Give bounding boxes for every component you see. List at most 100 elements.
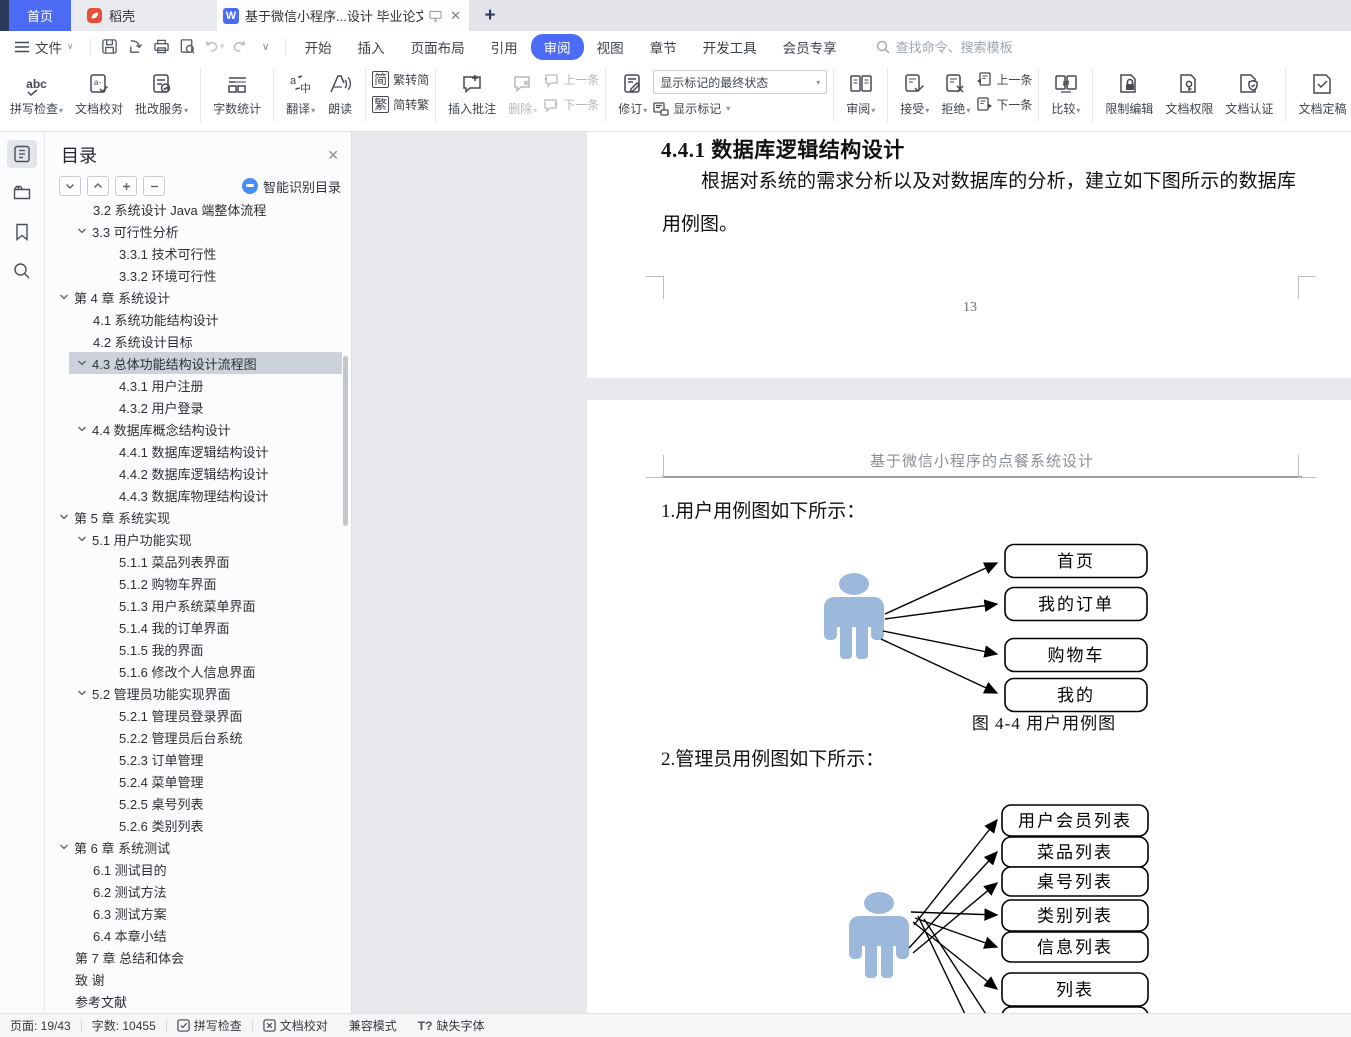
toc-item[interactable]: 4.3.2 用户登录	[45, 396, 351, 418]
search-panel-button[interactable]	[7, 257, 37, 285]
toc-item[interactable]: 5.2.6 类别列表	[45, 814, 351, 836]
expand-all-button[interactable]	[115, 176, 137, 196]
expand-down-button[interactable]	[59, 176, 81, 196]
collapse-all-button[interactable]	[143, 176, 165, 196]
toc-item[interactable]: 5.2.5 桌号列表	[45, 792, 351, 814]
word-count-indicator[interactable]: 字数: 10455	[92, 1017, 156, 1034]
menu-tab-章节[interactable]: 章节	[637, 34, 690, 60]
delete-comment-button[interactable]: 删除▾	[502, 62, 543, 117]
read-aloud-button[interactable]: 朗读	[321, 62, 359, 117]
chevron-down-icon[interactable]	[59, 842, 69, 852]
toc-item[interactable]: 5.1.2 购物车界面	[45, 572, 351, 594]
toc-item[interactable]: 5.1.3 用户系统菜单界面	[45, 594, 351, 616]
toc-item[interactable]: 5.2.2 管理员后台系统	[45, 726, 351, 748]
page-13[interactable]: 4.4.1 数据库逻辑结构设计 根据对系统的需求分析以及对数据库的分析，建立如下…	[587, 132, 1351, 378]
monitor-icon[interactable]	[429, 10, 442, 22]
command-search[interactable]: 查找命令、搜索模板	[876, 37, 1013, 56]
file-menu-button[interactable]: 文件 ∨	[0, 37, 84, 57]
spell-check-status[interactable]: 拼写检查	[177, 1017, 242, 1034]
doc-proof-status[interactable]: 文档校对	[263, 1017, 328, 1034]
toc-item[interactable]: 4.4.3 数据库物理结构设计	[45, 484, 351, 506]
close-icon[interactable]: ✕	[327, 147, 339, 164]
save-icon[interactable]	[99, 36, 121, 58]
doc-certify-button[interactable]: 文档认证	[1219, 62, 1279, 117]
bookmark-panel-button[interactable]	[7, 218, 37, 246]
trad-to-simp-button[interactable]: 简 繁转简	[372, 71, 429, 88]
chevron-down-icon[interactable]	[77, 424, 87, 434]
attachments-panel-button[interactable]	[7, 179, 37, 207]
chevron-down-icon[interactable]	[59, 512, 69, 522]
insert-comment-button[interactable]: 插入批注	[442, 62, 502, 117]
markup-state-dropdown[interactable]: 显示标记的最终状态 ▾	[653, 70, 828, 94]
toc-item[interactable]: 5.1.5 我的界面	[45, 638, 351, 660]
toc-item[interactable]: 6.1 测试目的	[45, 858, 351, 880]
page-14[interactable]: 基于微信小程序的点餐系统设计 1.用户用例图如下所示： 首页 我的订单 购物车 我的用…	[587, 400, 1351, 1013]
show-markup-button[interactable]: 显示标记 ▾	[653, 100, 827, 117]
review-button[interactable]: 审阅▾	[840, 62, 881, 117]
menu-tab-开发工具[interactable]: 开发工具	[690, 34, 770, 60]
toc-item[interactable]: 5.1.1 菜品列表界面	[45, 550, 351, 572]
reject-button[interactable]: 拒绝▾	[935, 62, 976, 117]
tab-document[interactable]: W 基于微信小程序...设计 毕业论文 ✕	[217, 0, 469, 31]
toc-item[interactable]: 4.4.1 数据库逻辑结构设计	[45, 440, 351, 462]
toc-item[interactable]: 3.3 可行性分析	[45, 220, 351, 242]
correction-service-button[interactable]: 批改服务▾	[129, 62, 194, 117]
undo-icon[interactable]: ▾	[203, 36, 225, 58]
redo-icon[interactable]	[229, 36, 251, 58]
prev-change-button[interactable]: 上一条	[976, 71, 1032, 88]
menu-tab-视图[interactable]: 视图	[584, 34, 637, 60]
missing-font-indicator[interactable]: T? 缺失字体	[418, 1017, 485, 1034]
compat-mode[interactable]: 兼容模式	[349, 1017, 397, 1034]
page-indicator[interactable]: 页面: 19/43	[10, 1017, 71, 1034]
toc-item[interactable]: 4.3 总体功能结构设计流程图	[69, 352, 342, 374]
toc-item[interactable]: 5.2 管理员功能实现界面	[45, 682, 351, 704]
toc-item[interactable]: 第 4 章 系统设计	[45, 286, 351, 308]
new-tab-button[interactable]: +	[469, 0, 511, 31]
toc-item[interactable]: 5.2.1 管理员登录界面	[45, 704, 351, 726]
export-icon[interactable]	[125, 36, 147, 58]
smart-toc-button[interactable]: 智能识别目录	[241, 177, 341, 196]
compare-button[interactable]: 比较▾	[1045, 62, 1086, 117]
doc-permission-button[interactable]: 文档权限	[1159, 62, 1219, 117]
toc-scrollbar[interactable]	[343, 356, 348, 526]
chevron-down-icon[interactable]	[77, 358, 87, 368]
toc-item[interactable]: 第 6 章 系统测试	[45, 836, 351, 858]
chevron-down-icon[interactable]	[77, 226, 87, 236]
chevron-down-icon[interactable]	[77, 534, 87, 544]
next-comment-button[interactable]: 下一条	[543, 96, 599, 113]
toc-item[interactable]: 3.3.1 技术可行性	[45, 242, 351, 264]
toc-item[interactable]: 6.2 测试方法	[45, 880, 351, 902]
chevron-down-icon[interactable]	[59, 292, 69, 302]
toc-item[interactable]: 4.3.1 用户注册	[45, 374, 351, 396]
print-icon[interactable]	[151, 36, 173, 58]
toc-item[interactable]: 致 谢	[45, 968, 351, 990]
menu-tab-审阅[interactable]: 审阅	[530, 33, 584, 60]
toc-item[interactable]: 4.2 系统设计目标	[45, 330, 351, 352]
toc-item[interactable]: 6.3 测试方案	[45, 902, 351, 924]
document-canvas[interactable]: 4.4.1 数据库逻辑结构设计 根据对系统的需求分析以及对数据库的分析，建立如下…	[352, 132, 1351, 1013]
chevron-down-icon[interactable]	[77, 688, 87, 698]
menu-tab-开始[interactable]: 开始	[292, 34, 345, 60]
toc-item[interactable]: 4.4 数据库概念结构设计	[45, 418, 351, 440]
menu-tab-会员专享[interactable]: 会员专享	[770, 34, 850, 60]
toc-item[interactable]: 第 7 章 总结和体会	[45, 946, 351, 968]
tab-home[interactable]: 首页	[9, 0, 71, 31]
close-tab-icon[interactable]: ✕	[448, 8, 463, 24]
track-changes-button[interactable]: 修订▾	[612, 62, 653, 117]
toc-item[interactable]: 参考文献	[45, 990, 351, 1012]
menu-tab-引用[interactable]: 引用	[478, 34, 531, 60]
simp-to-trad-button[interactable]: 繁 简转繁	[372, 96, 429, 113]
toc-item[interactable]: 5.2.4 菜单管理	[45, 770, 351, 792]
accept-button[interactable]: 接受▾	[894, 62, 935, 117]
menu-tab-插入[interactable]: 插入	[345, 34, 398, 60]
toc-item[interactable]: 5.1 用户功能实现	[45, 528, 351, 550]
outline-panel-button[interactable]	[7, 140, 37, 168]
word-count-button[interactable]: 字数统计	[207, 62, 267, 117]
toc-item[interactable]: 5.1.4 我的订单界面	[45, 616, 351, 638]
toc-item[interactable]: 5.2.3 订单管理	[45, 748, 351, 770]
toc-item[interactable]: 5.1.6 修改个人信息界面	[45, 660, 351, 682]
collapse-up-button[interactable]	[87, 176, 109, 196]
more-commands-icon[interactable]: ∨	[255, 36, 277, 58]
toc-item[interactable]: 第 5 章 系统实现	[45, 506, 351, 528]
toc-item[interactable]: 3.3.2 环境可行性	[45, 264, 351, 286]
